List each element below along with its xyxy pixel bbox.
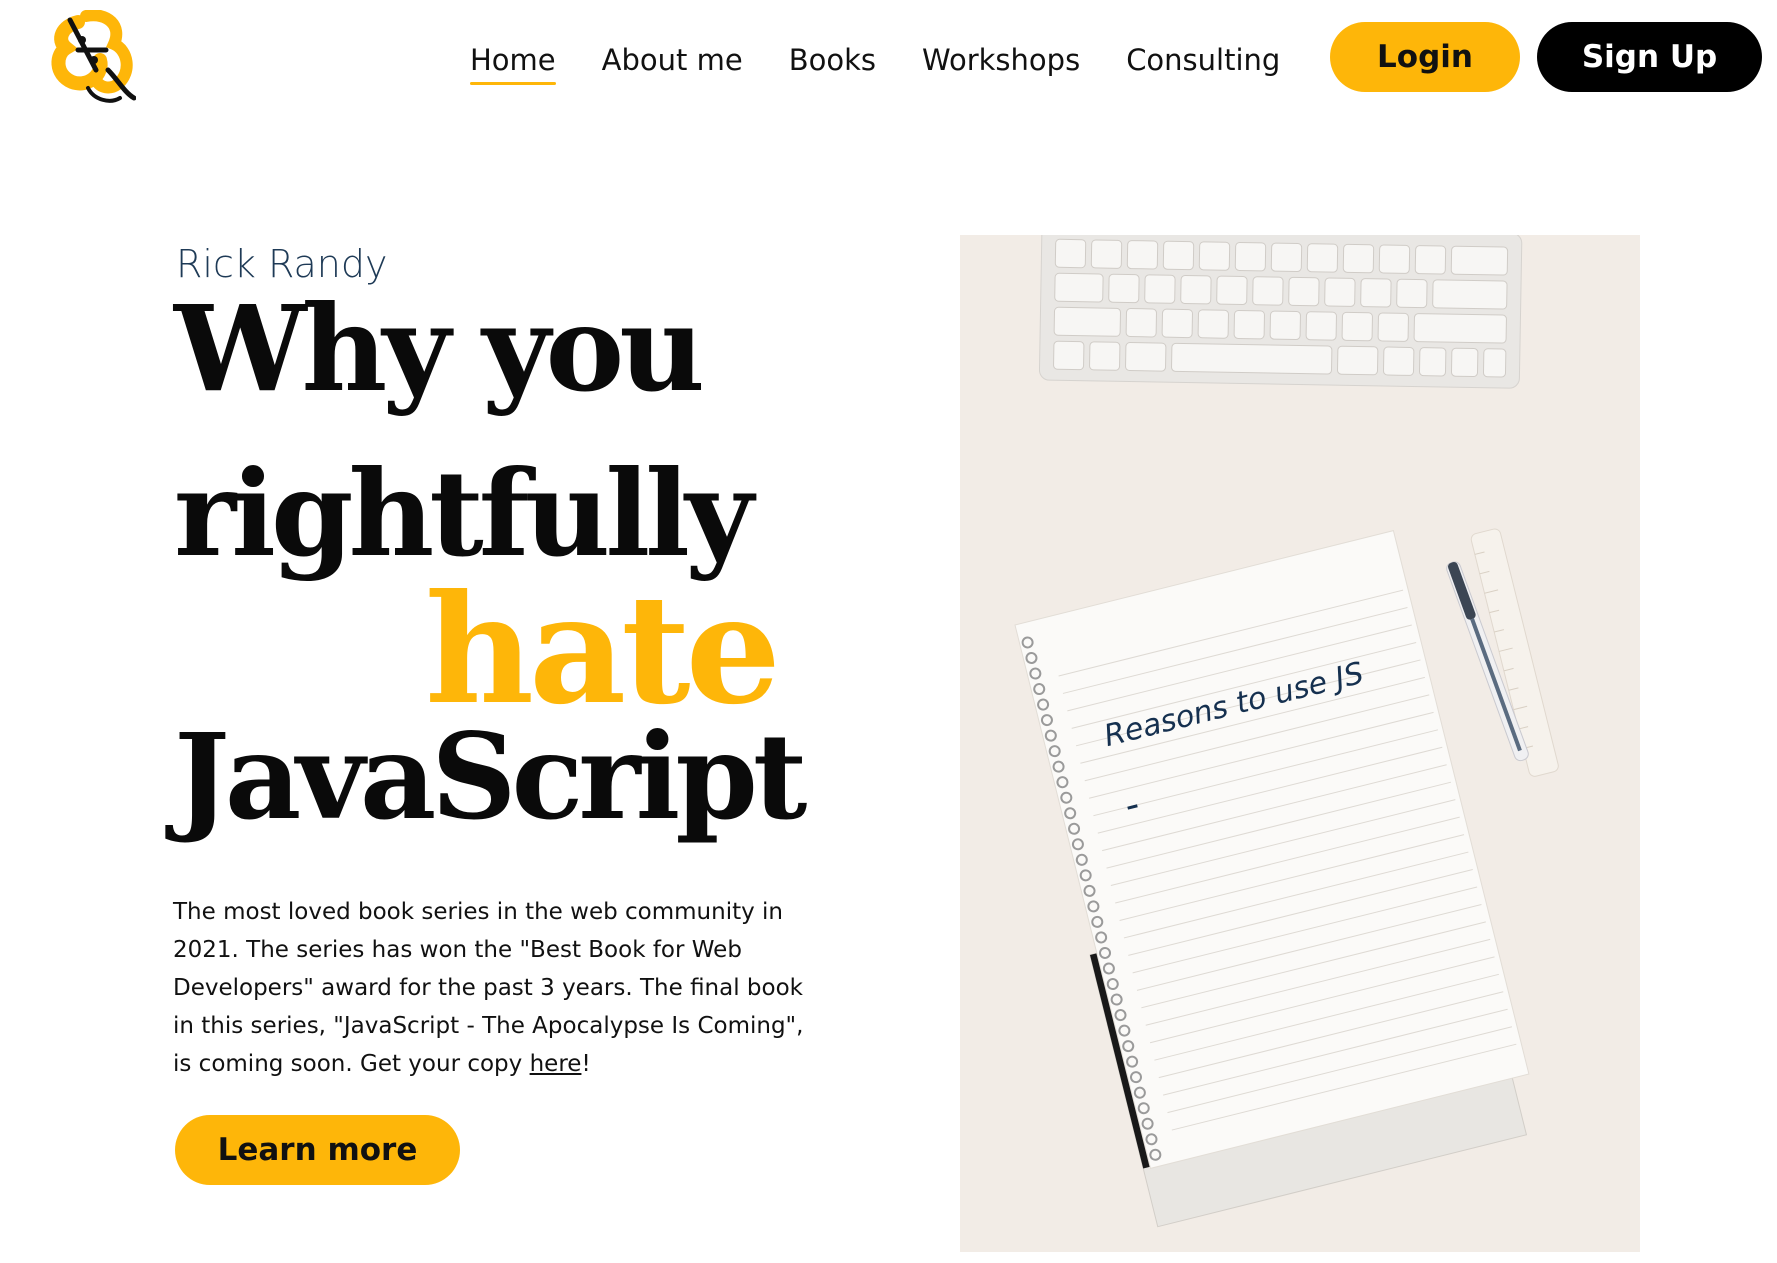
learn-more-button[interactable]: Learn more (175, 1115, 460, 1185)
ampersand-logo-icon[interactable] (48, 9, 137, 106)
keyboard-image (1038, 235, 1523, 389)
nav-about-me[interactable]: About me (602, 43, 743, 77)
main-nav: Home About me Books Workshops Consulting (470, 40, 1280, 85)
nav-workshops[interactable]: Workshops (922, 43, 1080, 77)
description-end: ! (581, 1051, 591, 1077)
nav-consulting[interactable]: Consulting (1126, 43, 1280, 77)
description-text: The most loved book series in the web co… (173, 899, 804, 1077)
description-here-link[interactable]: here (530, 1051, 582, 1077)
site-header: Home About me Books Workshops Consulting… (0, 0, 1777, 115)
headline-highlight-word: hate (425, 562, 781, 738)
nav-books[interactable]: Books (789, 43, 876, 77)
login-button[interactable]: Login (1330, 22, 1520, 92)
hero-description: The most loved book series in the web co… (173, 893, 823, 1083)
nav-home[interactable]: Home (470, 43, 556, 85)
signup-button[interactable]: Sign Up (1537, 22, 1762, 92)
headline-line-2: rightfully (174, 444, 754, 583)
hero-photo: Reasons to use JS (960, 235, 1640, 1252)
headline-line-1: Why you (174, 279, 705, 418)
headline-line-4: JavaScript (174, 707, 807, 846)
